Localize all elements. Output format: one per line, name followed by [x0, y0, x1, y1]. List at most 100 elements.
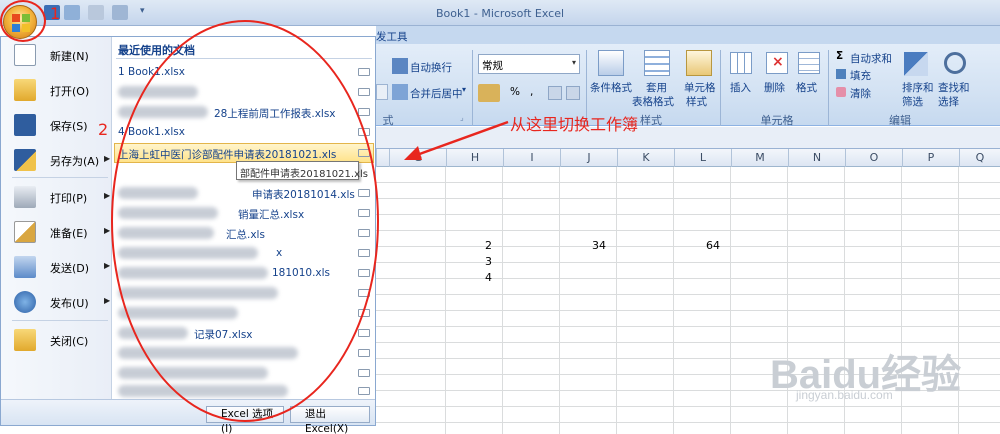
increase-decimal-icon[interactable]: [548, 86, 562, 100]
wrap-text-icon: [392, 58, 408, 74]
menu-item-label: 打开(O): [50, 85, 90, 98]
menu-item-close[interactable]: 关闭(C): [6, 323, 110, 357]
eraser-icon: [836, 87, 846, 97]
insert-button[interactable]: 插入: [730, 80, 751, 95]
column-header[interactable]: N: [788, 149, 845, 167]
format-as-table-label-2[interactable]: 表格格式: [632, 94, 674, 109]
column-header[interactable]: Q: [959, 149, 1000, 167]
autosum-button[interactable]: 自动求和: [850, 51, 892, 66]
fill-button[interactable]: 填充: [850, 68, 871, 83]
format-as-table-label-1[interactable]: 套用: [646, 80, 667, 95]
pin-icon[interactable]: [358, 387, 370, 395]
annotation-circle: [0, 0, 46, 42]
pin-icon[interactable]: [358, 369, 370, 377]
print-preview-icon[interactable]: [112, 5, 128, 20]
comma-button[interactable]: ,: [530, 86, 533, 98]
watermark-url: jingyan.baidu.com: [796, 388, 893, 402]
menu-item-save-as[interactable]: 另存为(A) ▶: [6, 143, 110, 177]
menu-item-save[interactable]: 保存(S): [6, 108, 110, 142]
sort-filter-label-2[interactable]: 筛选: [902, 94, 923, 109]
pin-icon[interactable]: [358, 88, 370, 96]
menu-item-label: 发布(U): [50, 297, 89, 310]
sort-filter-icon: [904, 52, 928, 76]
fill-icon: [836, 69, 846, 79]
new-document-icon: [14, 44, 36, 66]
column-header[interactable]: J: [560, 149, 617, 167]
number-format-select[interactable]: 常规 ▾: [478, 54, 580, 74]
menu-divider: [12, 177, 108, 178]
format-cells-icon: [798, 52, 820, 74]
cell[interactable]: 3: [446, 254, 492, 270]
menu-item-label: 发送(D): [50, 262, 90, 275]
save-as-icon: [14, 149, 36, 171]
format-as-table-icon: [644, 50, 670, 76]
undo-icon[interactable]: [64, 5, 80, 20]
publish-icon: [14, 291, 36, 313]
customize-quick-access-icon[interactable]: ▾: [140, 6, 145, 16]
merge-center-button[interactable]: 合并后居中: [410, 86, 463, 101]
cell[interactable]: 34: [560, 238, 606, 254]
sort-filter-label-1[interactable]: 排序和: [902, 80, 934, 95]
menu-item-send[interactable]: 发送(D) ▶: [6, 250, 110, 284]
clear-button[interactable]: 清除: [850, 86, 871, 101]
menu-item-print[interactable]: 打印(P) ▶: [6, 180, 110, 214]
title-bar: Book1 - Microsoft Excel: [0, 0, 1000, 26]
exit-excel-button[interactable]: 退出 Excel(X): [290, 406, 370, 434]
group-alignment-label: 式: [382, 114, 394, 127]
conditional-format-button[interactable]: 条件格式: [590, 80, 632, 95]
menu-item-label: 准备(E): [50, 227, 88, 240]
annotation-text: 从这里切换工作簿: [510, 115, 639, 134]
column-header[interactable]: P: [902, 149, 959, 167]
group-styles-label: 样式: [640, 114, 662, 127]
align-partial-button[interactable]: [376, 84, 388, 100]
save-disk-icon: [14, 114, 36, 136]
pin-icon[interactable]: [358, 349, 370, 357]
conditional-format-icon: [598, 50, 624, 76]
redo-icon[interactable]: [88, 5, 104, 20]
column-header-partial[interactable]: [376, 149, 389, 167]
cell-styles-icon: [686, 50, 712, 76]
prepare-icon: [14, 221, 36, 243]
format-button[interactable]: 格式: [796, 80, 817, 95]
cell[interactable]: 2: [446, 238, 492, 254]
delete-cells-icon: ×: [766, 52, 788, 74]
percent-button[interactable]: %: [510, 86, 520, 98]
menu-item-new[interactable]: 新建(N): [6, 38, 110, 72]
group-divider: [828, 50, 829, 126]
column-header[interactable]: L: [674, 149, 731, 167]
menu-item-prepare[interactable]: 准备(E) ▶: [6, 215, 110, 249]
column-header[interactable]: I: [503, 149, 560, 167]
column-header[interactable]: M: [731, 149, 788, 167]
column-header[interactable]: O: [845, 149, 902, 167]
submenu-arrow-icon: ▶: [104, 191, 111, 200]
cell-styles-label-2[interactable]: 样式: [686, 94, 707, 109]
annotation-ellipse: [111, 20, 379, 422]
pin-icon[interactable]: [358, 329, 370, 337]
menu-item-publish[interactable]: 发布(U) ▶: [6, 285, 110, 319]
delete-button[interactable]: 删除: [764, 80, 785, 95]
merge-center-icon: [392, 84, 408, 100]
menu-item-open[interactable]: 打开(O): [6, 73, 110, 107]
open-folder-icon: [14, 79, 36, 101]
cell-styles-label-1[interactable]: 单元格: [684, 80, 716, 95]
tab-developer[interactable]: 发工具: [376, 29, 408, 44]
submenu-arrow-icon: ▶: [104, 261, 111, 270]
cell[interactable]: 4: [446, 270, 492, 286]
pin-icon[interactable]: [358, 68, 370, 76]
annotation-step-1: 1: [50, 4, 61, 23]
group-editing-label: 编辑: [889, 114, 911, 127]
column-header[interactable]: K: [617, 149, 674, 167]
menu-divider: [12, 320, 108, 321]
sigma-icon: Σ: [836, 50, 844, 62]
print-icon: [14, 186, 36, 208]
merge-dropdown-icon[interactable]: ▾: [462, 85, 466, 94]
find-select-label-2[interactable]: 选择: [938, 94, 959, 109]
pin-icon[interactable]: [358, 108, 370, 116]
ribbon-tab-strip: 发工具: [376, 26, 1000, 44]
currency-format-icon[interactable]: [478, 84, 500, 102]
find-select-label-1[interactable]: 查找和: [938, 80, 970, 95]
wrap-text-button[interactable]: 自动换行: [410, 60, 452, 75]
send-icon: [14, 256, 36, 278]
cell[interactable]: 64: [674, 238, 720, 254]
decrease-decimal-icon[interactable]: [566, 86, 580, 100]
